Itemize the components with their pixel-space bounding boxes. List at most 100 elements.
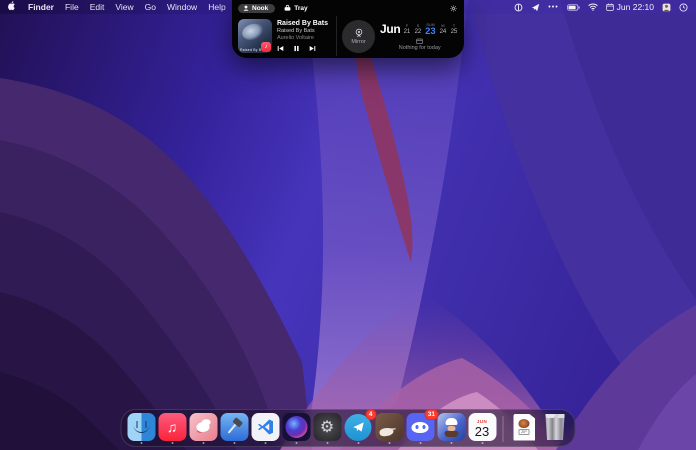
stats-icon[interactable]: [514, 3, 523, 12]
tray-button[interactable]: Tray: [280, 4, 311, 13]
mirror-button[interactable]: Mirror: [342, 19, 375, 53]
menu-bar-left: Finder File Edit View Go Window Help: [8, 0, 226, 14]
running-indicator: [481, 442, 483, 444]
dock: ♫ ⚙ 4 31 JUN 23 ZIP: [120, 409, 576, 447]
calendar-month: Jun: [380, 22, 401, 36]
dock-zip-file[interactable]: ZIP: [510, 413, 539, 444]
calendar-day-24[interactable]: M 24: [437, 23, 448, 36]
running-indicator: [140, 442, 142, 444]
wifi-icon[interactable]: [588, 3, 598, 11]
webcam-icon: [355, 28, 362, 37]
mirror-label: Mirror: [351, 38, 366, 45]
dock-trash[interactable]: [541, 414, 570, 443]
photo-icon: [375, 413, 403, 441]
tray-label: Tray: [294, 4, 308, 12]
menu-item-edit[interactable]: Edit: [90, 2, 105, 12]
calendar-day-22[interactable]: S 22: [412, 23, 423, 36]
zip-file-icon: ZIP: [513, 413, 535, 441]
running-indicator: [388, 442, 390, 444]
menu-item-go[interactable]: Go: [145, 2, 156, 12]
finder-icon: [127, 413, 155, 441]
calendar-event-summary: Nothing for today: [399, 38, 441, 51]
widget-divider: [336, 16, 337, 56]
track-artist: Aurelio Voltaire: [277, 35, 314, 41]
avatar-icon[interactable]: [662, 3, 671, 12]
track-album: Raised By Bats: [277, 28, 315, 34]
wallpaper-art: [0, 0, 696, 450]
menu-clock-text: Jun 22:10: [616, 2, 654, 12]
paper-plane-icon[interactable]: [531, 3, 540, 12]
dock-pink-creature-app[interactable]: [189, 413, 218, 444]
firefox-nightly-icon: [282, 413, 310, 441]
event-text: Nothing for today: [398, 45, 441, 51]
menu-item-help[interactable]: Help: [208, 2, 225, 12]
album-art[interactable]: Raised By Bats ♪: [238, 19, 272, 53]
calendar-day-21[interactable]: F 21: [401, 23, 412, 36]
dock-separator: [502, 415, 504, 442]
calendar-day-25[interactable]: T 25: [448, 23, 459, 36]
xcode-hammer-icon: [220, 413, 248, 441]
event-calendar-icon: [416, 38, 423, 45]
dock-chef-game[interactable]: [437, 413, 466, 444]
battery-icon[interactable]: [566, 3, 580, 11]
menu-item-view[interactable]: View: [115, 2, 133, 12]
music-app-badge-icon: ♪: [261, 42, 271, 52]
telegram-badge: 4: [365, 409, 376, 420]
dock-telegram[interactable]: 4: [344, 409, 376, 444]
running-indicator: [326, 442, 328, 444]
nook-button[interactable]: Nook: [238, 3, 276, 13]
music-app-icon: ♫: [158, 413, 186, 441]
calendar-menu-icon: [605, 3, 614, 11]
nook-icon: [243, 5, 249, 11]
nook-label: Nook: [252, 4, 269, 12]
menu-item-finder[interactable]: Finder: [28, 2, 54, 12]
menu-item-window[interactable]: Window: [167, 2, 197, 12]
running-indicator: [202, 442, 204, 444]
previous-track-icon[interactable]: [277, 45, 284, 52]
dock-finder[interactable]: [127, 413, 156, 444]
widget-body: Raised By Bats ♪ Raised By Bats Raised B…: [232, 14, 464, 61]
next-track-icon[interactable]: [309, 45, 316, 52]
calendar-day-23-active[interactable]: SUN 23: [423, 22, 437, 36]
menu-item-file[interactable]: File: [65, 2, 79, 12]
vscode-icon: [251, 413, 279, 441]
running-indicator: [233, 442, 235, 444]
chef-game-icon: [437, 413, 465, 441]
pink-creature-icon: [189, 413, 217, 441]
desktop-wallpaper: [0, 0, 696, 450]
dock-discord[interactable]: 31: [406, 409, 438, 444]
dock-vscode[interactable]: [251, 413, 280, 444]
running-indicator: [450, 442, 452, 444]
telegram-icon: 4: [344, 409, 376, 441]
menu-clock[interactable]: Jun 22:10: [605, 2, 654, 12]
now-playing-info: Raised By Bats Raised By Bats Aurelio Vo…: [277, 20, 331, 52]
calendar-days-row: Jun F 21 S 22 SUN 23 M 24 T 25: [380, 22, 459, 36]
pause-icon[interactable]: [293, 45, 300, 52]
discord-badge: 31: [424, 409, 438, 420]
calendar-app-day: 23: [474, 423, 490, 439]
dock-photo-app[interactable]: [375, 413, 404, 444]
tray-icon: [284, 4, 291, 11]
track-title: Raised By Bats: [277, 20, 328, 27]
calendar-app-icon: JUN 23: [468, 413, 496, 441]
running-indicator: [357, 442, 359, 444]
running-indicator: [295, 442, 297, 444]
widget-settings-gear-icon[interactable]: [450, 0, 457, 17]
dock-calendar[interactable]: JUN 23: [468, 413, 497, 444]
clock-face-icon[interactable]: [679, 2, 688, 12]
settings-gear-icon: ⚙: [313, 413, 341, 441]
more-menu-icon[interactable]: •••: [548, 4, 558, 11]
dock-firefox-nightly[interactable]: [282, 413, 311, 444]
dock-music[interactable]: ♫: [158, 413, 187, 444]
dock-xcode[interactable]: [220, 413, 249, 444]
running-indicator: [264, 442, 266, 444]
widget-toolbar: Nook Tray: [232, 0, 464, 14]
widget-calendar: Jun F 21 S 22 SUN 23 M 24 T 25 Nothing f…: [380, 21, 459, 51]
trash-icon: [545, 414, 565, 440]
dock-system-settings[interactable]: ⚙: [313, 413, 342, 444]
playback-controls: [277, 45, 331, 52]
running-indicator: [171, 442, 173, 444]
notch-widget: Nook Tray Raised By Bats ♪ Raised By Bat…: [232, 0, 464, 58]
apple-menu-icon[interactable]: [8, 0, 17, 14]
discord-icon: 31: [406, 409, 438, 441]
